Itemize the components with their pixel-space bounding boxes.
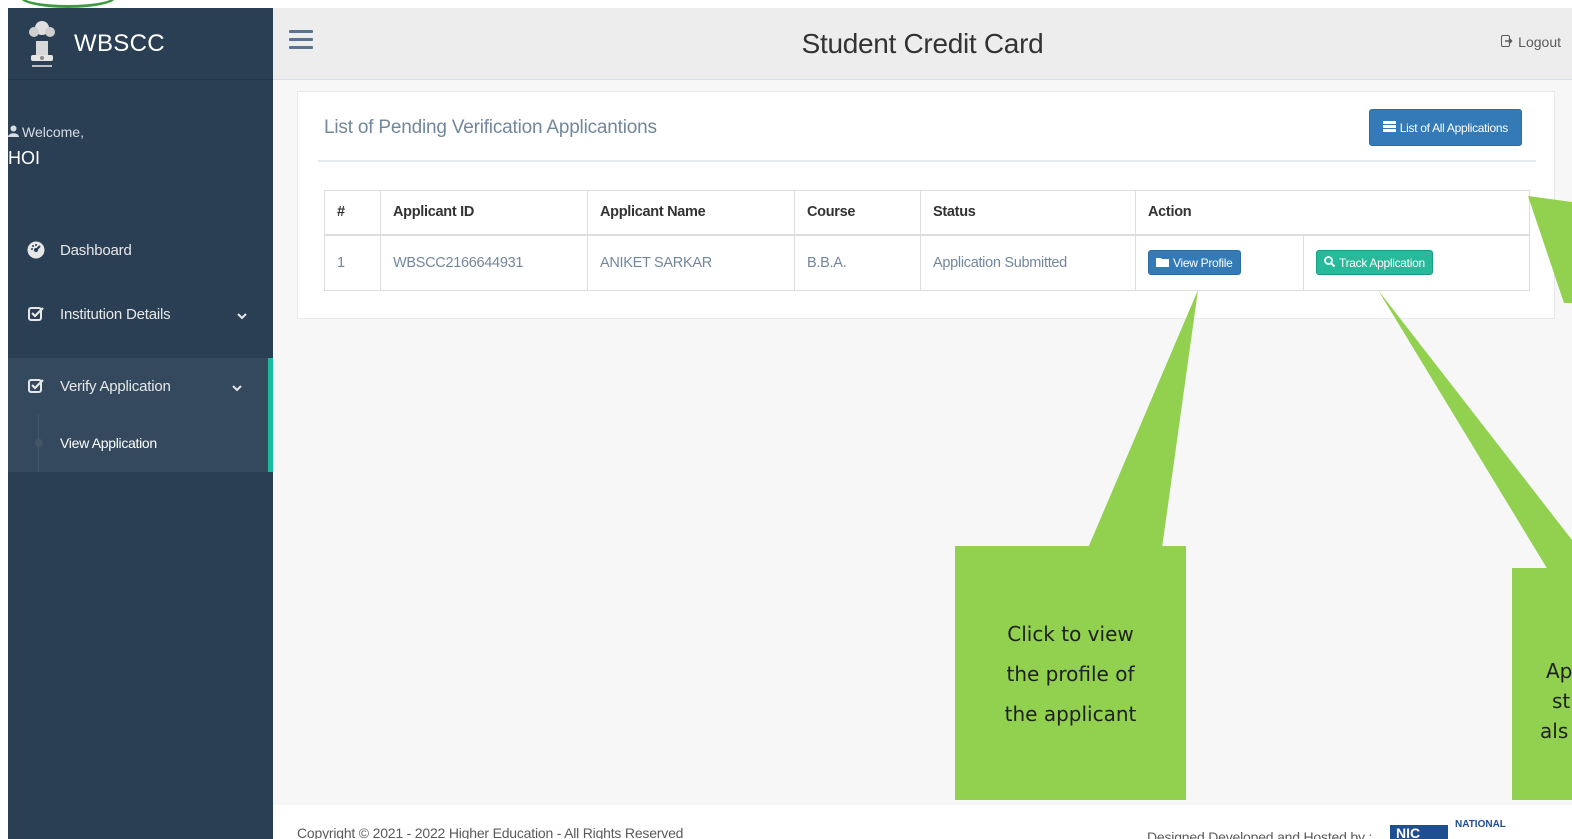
sign-out-icon [1501, 34, 1514, 50]
pending-applications-panel: List of Pending Verification Applicantio… [297, 91, 1555, 319]
checkbox-icon [26, 378, 46, 394]
brand-name: WBSCC [74, 29, 165, 57]
user-name: HOI [8, 148, 41, 168]
sidebar-item-label: Institution Details [60, 305, 171, 323]
applications-table: # Applicant ID Applicant Name Course Sta… [324, 190, 1530, 291]
dashboard-icon [26, 241, 46, 259]
footer: Copyright © 2021 - 2022 Higher Education… [273, 805, 1572, 839]
nic-logo-icon: NIC [1390, 823, 1450, 839]
brand[interactable]: WBSCC [8, 8, 273, 80]
logout-link[interactable]: Logout [1501, 34, 1561, 50]
table-header-row: # Applicant ID Applicant Name Course Sta… [324, 190, 1530, 236]
list-all-applications-button[interactable]: List of All Applications [1368, 109, 1522, 146]
column-header: Applicant Name [587, 190, 795, 236]
sidebar-item-label: Verify Application [60, 377, 171, 395]
callout-partial-text: Ap st als [1540, 659, 1572, 743]
panel-divider [318, 160, 1536, 162]
chevron-down-icon [237, 307, 247, 324]
checkbox-icon [26, 306, 46, 322]
row-index: 1 [324, 234, 381, 291]
sidebar-item-verify-application[interactable]: Verify Application [8, 358, 268, 414]
column-header: Applicant ID [380, 190, 588, 236]
course: B.B.A. [794, 234, 921, 291]
chevron-down-icon [232, 379, 242, 396]
sidebar-item-institution-details[interactable]: Institution Details [8, 294, 273, 334]
column-header: # [324, 190, 381, 236]
page-title: Student Credit Card [801, 28, 1044, 59]
applicant-id: WBSCC2166644931 [380, 234, 588, 291]
action-cell: Track Application [1303, 234, 1530, 291]
column-header: Course [794, 190, 921, 236]
callout-view-profile-text: Click to view the profile of the applica… [1004, 622, 1137, 726]
svg-text:NIC: NIC [1396, 825, 1420, 839]
sidebar-item-label: Dashboard [60, 241, 132, 259]
main-content: List of Pending Verification Applicantio… [273, 80, 1572, 805]
sidebar-subitem-view-application[interactable]: View Application [8, 414, 273, 472]
track-application-button[interactable]: Track Application [1316, 250, 1433, 276]
welcome-block: Welcome, HOI [8, 80, 273, 169]
sidebar: WBSCC Welcome, HOI Dashboard Institution… [8, 8, 273, 839]
column-header: Action [1135, 190, 1530, 236]
panel-title: List of Pending Verification Applicantio… [324, 117, 657, 138]
sidebar-subitem-label: View Application [60, 435, 157, 451]
state-emblem-icon [20, 15, 64, 73]
app-root: { "brand": { "name": "WBSCC" }, "sidebar… [0, 0, 1572, 839]
bullet-dot-icon [35, 439, 43, 447]
nic-label: NATIONAL [1455, 819, 1506, 830]
action-cell: View Profile [1135, 234, 1304, 291]
copyright-text: Copyright © 2021 - 2022 Higher Education… [297, 825, 684, 839]
sidebar-item-dashboard[interactable]: Dashboard [8, 230, 273, 270]
status: Application Submitted [920, 234, 1136, 291]
table-row: 1 WBSCC2166644931 ANIKET SARKAR B.B.A. A… [324, 234, 1530, 291]
welcome-label: Welcome, [22, 124, 84, 140]
user-icon [8, 124, 19, 140]
list-icon [1382, 120, 1396, 135]
column-header: Status [920, 190, 1136, 236]
folder-icon [1156, 256, 1169, 270]
logout-label: Logout [1518, 34, 1561, 50]
top-navbar: Student Credit Card Logout [273, 8, 1572, 80]
view-profile-button[interactable]: View Profile [1148, 250, 1241, 276]
designed-by-text: Designed Developed and Hosted by : [1147, 829, 1373, 839]
top-decoration-arc [20, 0, 116, 8]
sidebar-menu: Dashboard Institution Details Verify App… [8, 230, 273, 472]
sidebar-group-verify-application: Verify Application [8, 358, 273, 414]
applicant-name: ANIKET SARKAR [587, 234, 795, 291]
search-icon [1324, 255, 1336, 270]
